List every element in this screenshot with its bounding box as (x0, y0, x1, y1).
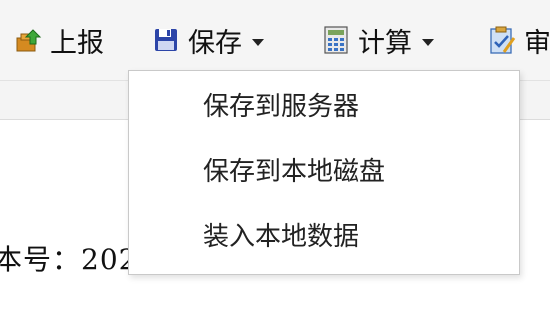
toolbar: 上报 保存 计算 审 (0, 0, 550, 80)
save-label: 保存 (188, 27, 242, 59)
chevron-down-icon (252, 38, 264, 46)
report-label: 上报 (50, 27, 104, 59)
floppy-disk-icon (152, 26, 180, 54)
chevron-down-icon (422, 38, 434, 46)
calculate-button[interactable]: 计算 (322, 18, 434, 62)
review-label: 审 (524, 27, 550, 59)
report-button[interactable]: 上报 (14, 18, 104, 62)
menu-item-save-to-server[interactable]: 保存到服务器 (203, 87, 359, 127)
document-text: 本号：202 (0, 243, 138, 276)
review-button[interactable]: 审 (488, 18, 550, 62)
menu-item-save-to-local-disk[interactable]: 保存到本地磁盘 (203, 152, 385, 192)
calculate-label: 计算 (358, 27, 412, 59)
save-dropdown-menu: 保存到服务器 保存到本地磁盘 装入本地数据 (128, 70, 520, 275)
save-button[interactable]: 保存 (152, 18, 264, 62)
menu-item-load-local-data[interactable]: 装入本地数据 (203, 217, 359, 257)
calculator-icon (322, 26, 350, 54)
clipboard-check-icon (488, 26, 516, 54)
upload-arrow-icon (14, 26, 42, 54)
